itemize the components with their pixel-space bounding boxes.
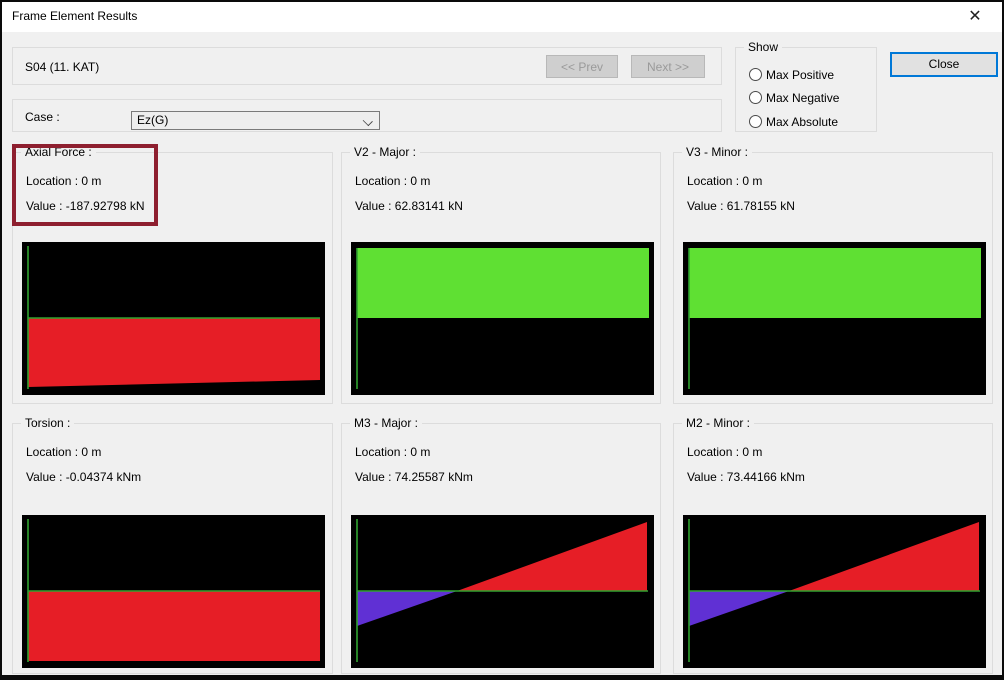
radio-max-positive[interactable]: Max Positive [749, 66, 834, 80]
radio-icon [749, 91, 762, 104]
radio-max-negative[interactable]: Max Negative [749, 89, 839, 103]
panel-axial-force: Axial Force : Location : 0 m Value : -18… [12, 152, 333, 404]
location-text: Location : 0 m [355, 174, 430, 188]
location-text: Location : 0 m [26, 445, 101, 459]
diagram-m2-minor [683, 515, 986, 668]
show-group: Show Max Positive Max Negative Max Absol… [735, 47, 877, 132]
radio-icon [749, 68, 762, 81]
show-group-label: Show [744, 40, 782, 54]
title-bar: Frame Element Results ✕ [2, 2, 1002, 32]
element-name: S04 (11. KAT) [25, 60, 99, 74]
dialog-title: Frame Element Results [12, 9, 137, 23]
panel-v2-major: V2 - Major : Location : 0 m Value : 62.8… [341, 152, 661, 404]
element-info-box: S04 (11. KAT) << Prev Next >> [12, 47, 722, 85]
case-box: Case : Ez(G) [12, 99, 722, 132]
location-text: Location : 0 m [687, 174, 762, 188]
diagram-m3-major [351, 515, 654, 668]
value-text: Value : 61.78155 kN [687, 199, 795, 213]
prev-button[interactable]: << Prev [546, 55, 618, 78]
value-text: Value : 74.25587 kNm [355, 470, 473, 484]
location-text: Location : 0 m [687, 445, 762, 459]
panel-title: V3 - Minor : [682, 145, 752, 159]
close-icon[interactable]: ✕ [964, 6, 986, 28]
radio-icon [749, 115, 762, 128]
case-label: Case : [25, 110, 60, 124]
panel-torsion: Torsion : Location : 0 m Value : -0.0437… [12, 423, 333, 674]
next-button[interactable]: Next >> [631, 55, 705, 78]
frame-element-results-dialog: Frame Element Results ✕ S04 (11. KAT) <<… [0, 0, 1004, 680]
chevron-down-icon [364, 118, 372, 126]
location-text: Location : 0 m [355, 445, 430, 459]
value-text: Value : -187.92798 kN [26, 199, 145, 213]
value-text: Value : -0.04374 kNm [26, 470, 141, 484]
panel-v3-minor: V3 - Minor : Location : 0 m Value : 61.7… [673, 152, 993, 404]
panel-m2-minor: M2 - Minor : Location : 0 m Value : 73.4… [673, 423, 993, 674]
panel-title: Axial Force : [21, 145, 96, 159]
diagram-axial-force [22, 242, 325, 395]
case-selected-value: Ez(G) [137, 113, 168, 127]
location-text: Location : 0 m [26, 174, 101, 188]
panel-m3-major: M3 - Major : Location : 0 m Value : 74.2… [341, 423, 661, 674]
diagram-torsion [22, 515, 325, 668]
diagram-v2-major [351, 242, 654, 395]
value-text: Value : 73.44166 kNm [687, 470, 805, 484]
diagram-v3-minor [683, 242, 986, 395]
case-dropdown[interactable]: Ez(G) [131, 111, 380, 130]
panel-title: M2 - Minor : [682, 416, 754, 430]
panel-title: Torsion : [21, 416, 74, 430]
panel-title: V2 - Major : [350, 145, 420, 159]
value-text: Value : 62.83141 kN [355, 199, 463, 213]
radio-max-absolute[interactable]: Max Absolute [749, 113, 838, 127]
close-button[interactable]: Close [890, 52, 998, 77]
panel-title: M3 - Major : [350, 416, 422, 430]
